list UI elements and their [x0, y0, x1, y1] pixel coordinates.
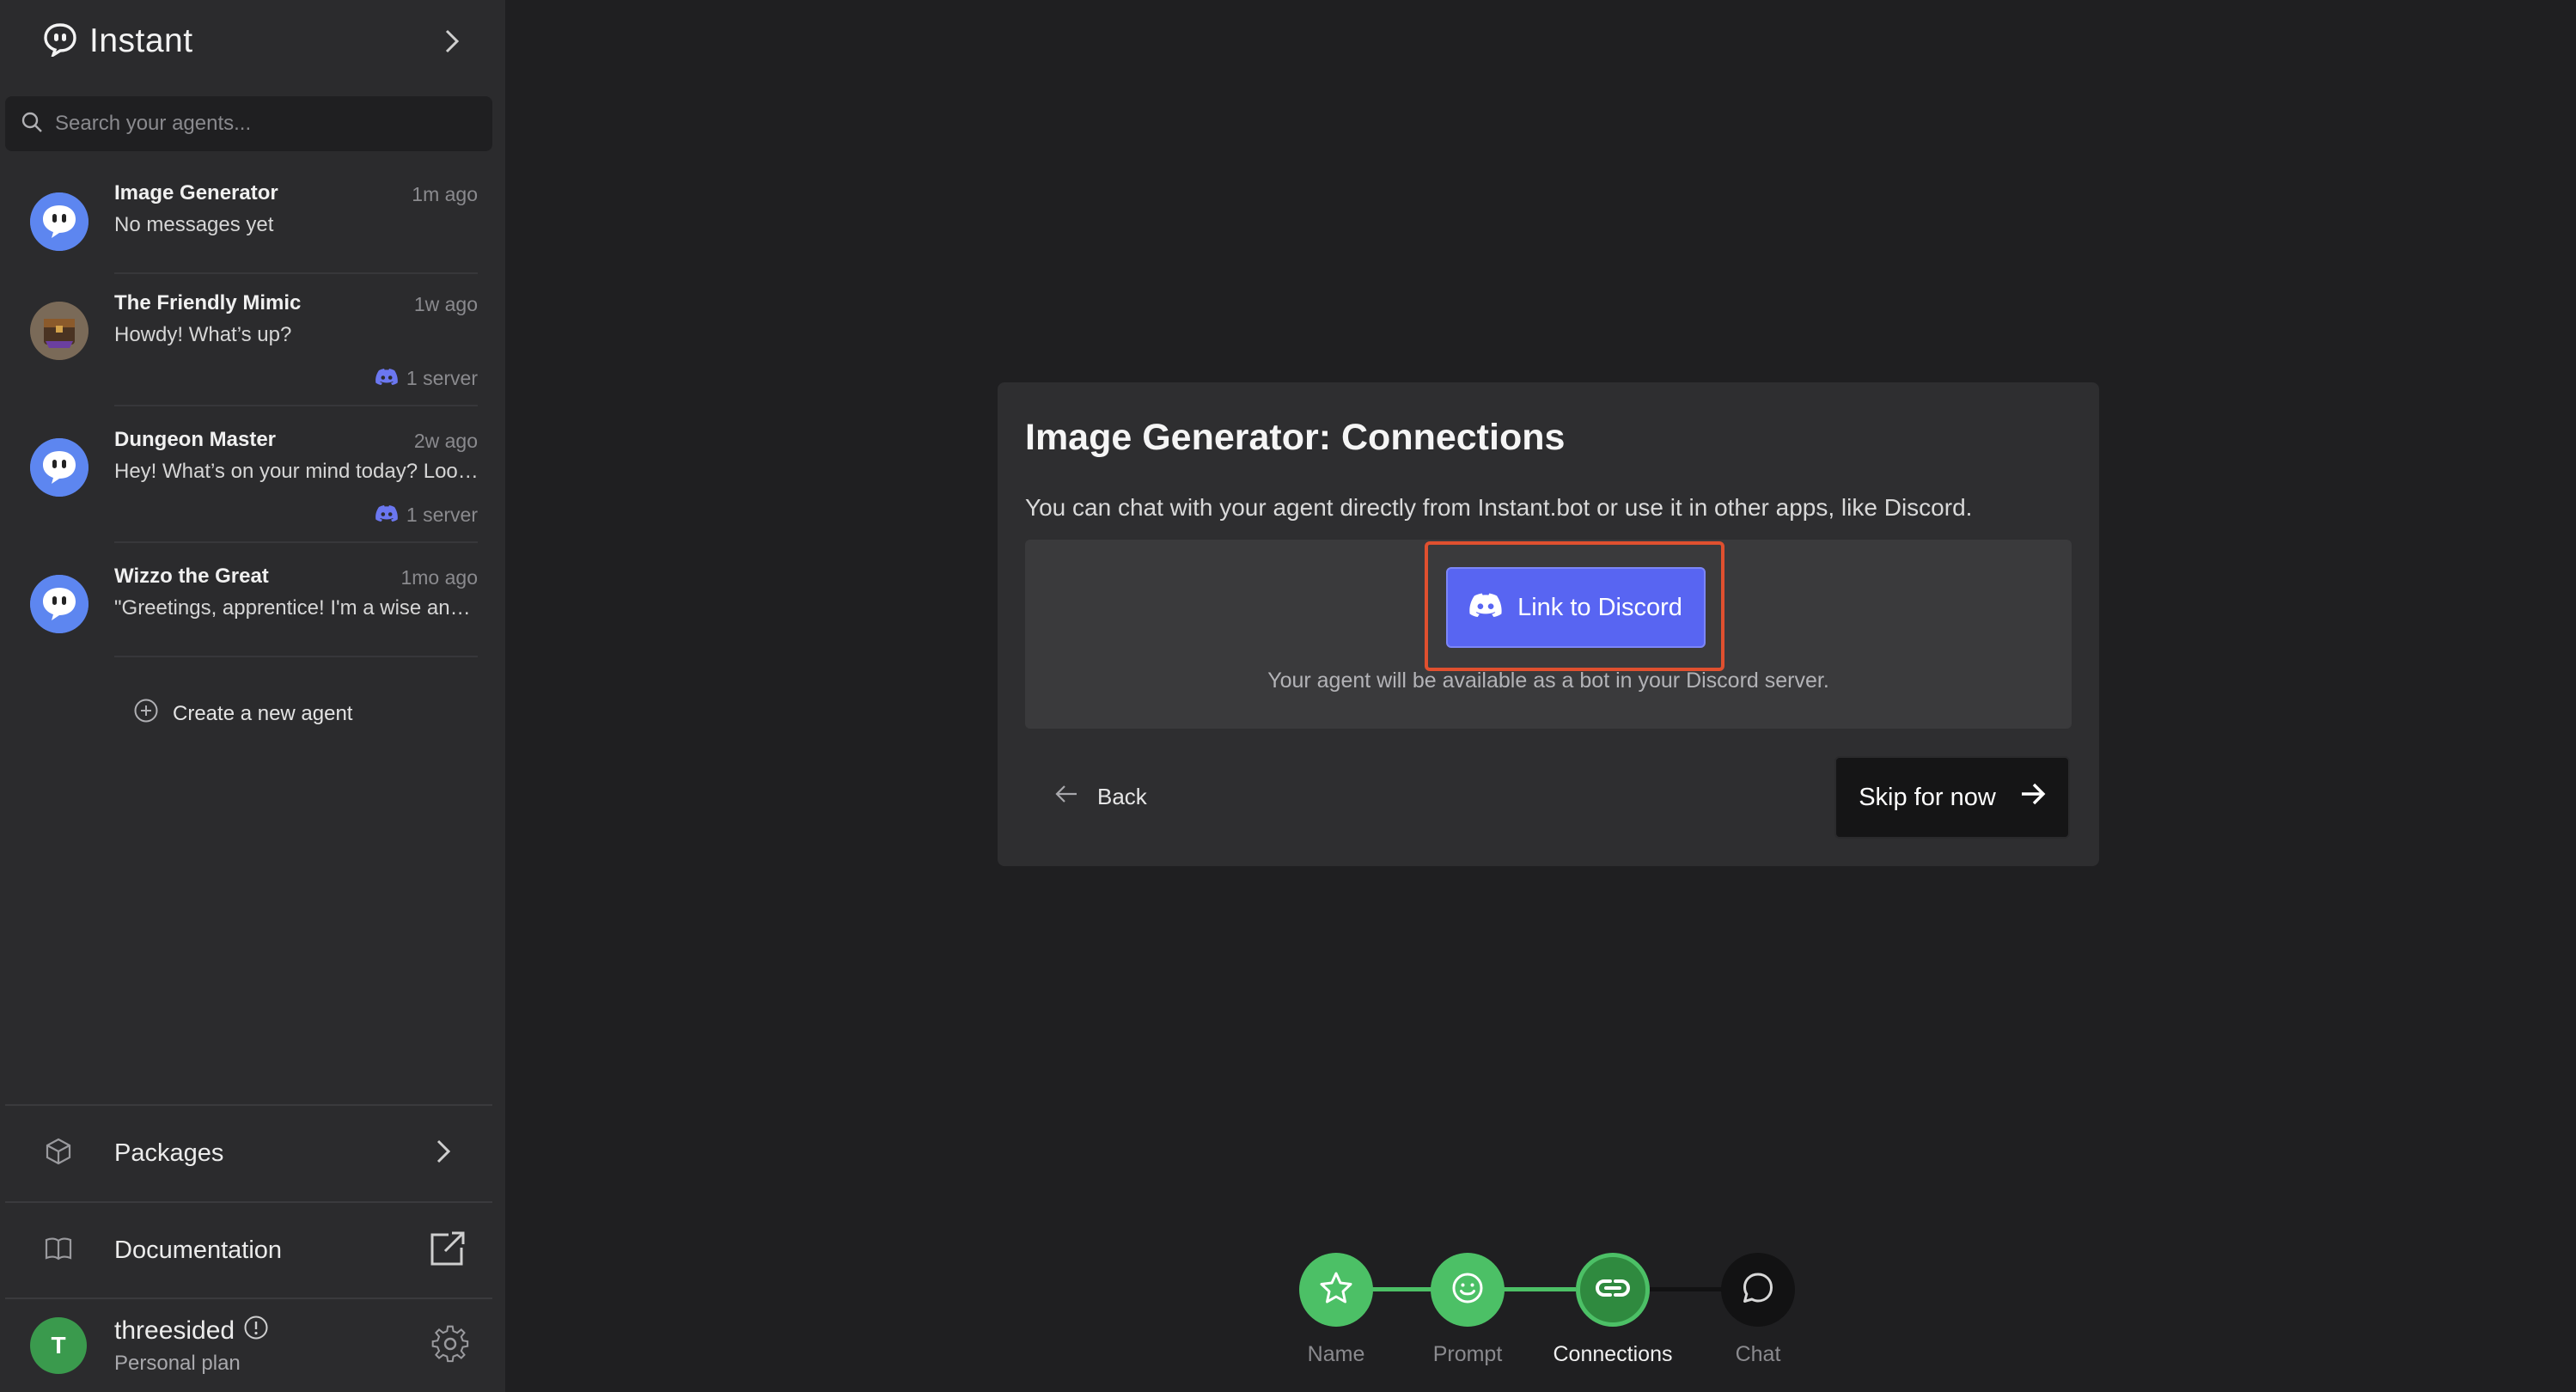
discord-icon — [1469, 592, 1502, 624]
agent-name: The Friendly Mimic — [114, 291, 302, 314]
create-agent-button[interactable]: Create a new agent — [133, 698, 352, 730]
skip-label: Skip for now — [1859, 783, 1996, 811]
search-icon — [21, 111, 43, 137]
agent-item-wizzo[interactable]: Wizzo the Great 1mo ago "Greetings, appr… — [0, 559, 505, 658]
agent-time: 1w ago — [413, 293, 478, 315]
bot-avatar-icon — [30, 438, 89, 497]
agent-item-friendly-mimic[interactable]: The Friendly Mimic 1w ago Howdy! What’s … — [0, 286, 505, 406]
user-name-text: threesided — [114, 1316, 235, 1345]
agent-search[interactable] — [5, 96, 492, 151]
back-button[interactable]: Back — [1054, 784, 1147, 810]
agent-preview: No messages yet — [114, 213, 274, 236]
agent-item-image-generator[interactable]: Image Generator 1m ago No messages yet — [0, 176, 505, 275]
skip-for-now-button[interactable]: Skip for now — [1834, 756, 2070, 839]
menu-label: Packages — [114, 1139, 224, 1167]
link-icon — [1594, 1269, 1632, 1311]
bot-avatar-icon — [30, 192, 89, 251]
agent-item-dungeon-master[interactable]: Dungeon Master 2w ago Hey! What’s on you… — [0, 423, 505, 543]
menu-label: Documentation — [114, 1236, 283, 1264]
agent-name: Image Generator — [114, 181, 278, 205]
package-icon — [43, 1136, 74, 1171]
agent-preview: Howdy! What’s up? — [114, 323, 292, 346]
agent-time: 1m ago — [412, 183, 478, 205]
smile-icon — [1450, 1270, 1486, 1310]
gear-icon[interactable] — [430, 1323, 471, 1369]
discord-icon — [375, 504, 398, 527]
connections-dialog: Image Generator: Connections You can cha… — [998, 382, 2099, 866]
discord-panel: Link to Discord Your agent will be avail… — [1025, 540, 2072, 729]
server-count-label: 1 server — [406, 504, 478, 526]
sidebar: Instant Image Generator 1m ago No messag… — [0, 0, 505, 1392]
plus-circle-icon — [133, 698, 159, 730]
link-to-discord-button[interactable]: Link to Discord — [1446, 567, 1706, 648]
agent-name: Dungeon Master — [114, 428, 277, 451]
server-count: 1 server — [375, 367, 478, 390]
back-label: Back — [1097, 784, 1147, 809]
chevron-right-icon — [430, 1136, 455, 1171]
step-label-chat: Chat — [1735, 1342, 1781, 1366]
step-name[interactable] — [1299, 1253, 1373, 1327]
step-chat[interactable] — [1721, 1253, 1795, 1327]
dialog-title: Image Generator: Connections — [1025, 417, 1566, 458]
user-avatar[interactable]: T — [30, 1317, 87, 1374]
step-connector — [1650, 1287, 1722, 1291]
menu-documentation[interactable]: Documentation — [0, 1203, 505, 1297]
server-count-label: 1 server — [406, 367, 478, 389]
menu-packages[interactable]: Packages — [0, 1106, 505, 1200]
agent-preview: Hey! What’s on your mind today? Loo… — [114, 460, 479, 483]
instant-logo-icon — [43, 22, 77, 61]
step-connections[interactable] — [1576, 1253, 1650, 1327]
brand[interactable]: Instant — [43, 19, 193, 64]
collapse-sidebar-chevron-icon[interactable] — [438, 26, 464, 57]
chat-bubble-icon — [1740, 1270, 1776, 1310]
book-icon — [43, 1233, 74, 1268]
dialog-description: You can chat with your agent directly fr… — [1025, 494, 1973, 521]
star-icon — [1318, 1270, 1354, 1310]
brand-name: Instant — [89, 22, 193, 59]
divider — [5, 1297, 492, 1299]
divider — [114, 405, 478, 406]
divider — [114, 541, 478, 543]
server-count: 1 server — [375, 504, 478, 527]
arrow-right-icon — [2020, 782, 2046, 813]
step-prompt[interactable] — [1431, 1253, 1505, 1327]
bot-avatar-icon — [30, 575, 89, 633]
create-agent-label: Create a new agent — [173, 701, 353, 725]
external-link-icon — [430, 1230, 466, 1271]
user-name: threesided — [114, 1315, 269, 1347]
agent-preview: "Greetings, apprentice! I'm a wise an… — [114, 596, 471, 620]
user-plan: Personal plan — [114, 1352, 241, 1375]
divider — [114, 656, 478, 657]
agent-time: 1mo ago — [400, 566, 478, 589]
mimic-avatar-icon — [30, 302, 89, 360]
discord-icon — [375, 367, 398, 390]
search-input[interactable] — [55, 112, 467, 136]
step-connector — [1504, 1287, 1576, 1291]
arrow-left-icon — [1054, 784, 1078, 810]
discord-button-label: Link to Discord — [1517, 593, 1682, 621]
discord-note: Your agent will be available as a bot in… — [1267, 669, 1829, 693]
divider — [114, 272, 478, 274]
agent-name: Wizzo the Great — [114, 565, 269, 588]
info-icon[interactable] — [243, 1315, 269, 1347]
agent-time: 2w ago — [413, 430, 478, 452]
